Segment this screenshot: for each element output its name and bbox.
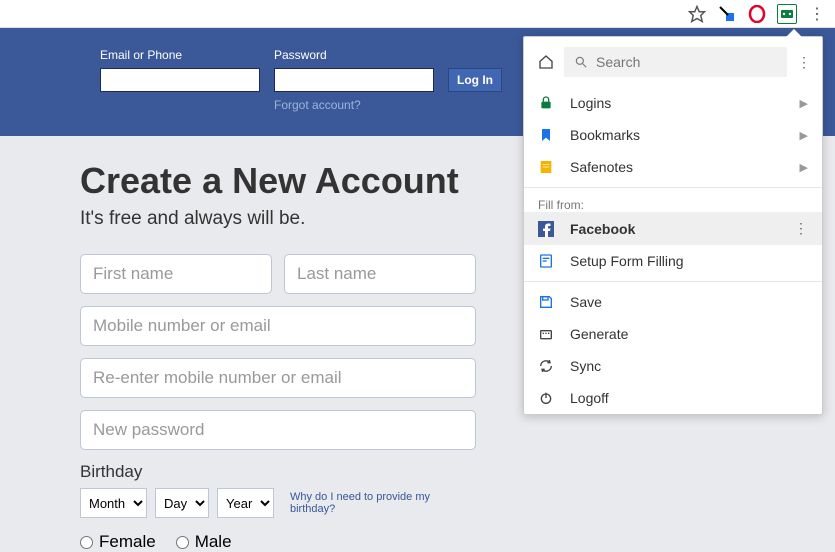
password-field-group: Password Forgot account? (274, 48, 434, 112)
login-button[interactable]: Log In (448, 68, 502, 92)
male-option[interactable]: Male (176, 532, 232, 552)
generate-icon (538, 326, 554, 342)
form-icon (538, 253, 554, 269)
search-icon (574, 55, 588, 69)
note-icon (538, 159, 554, 175)
email-input[interactable] (100, 68, 260, 92)
birthday-label: Birthday (80, 462, 500, 482)
female-radio[interactable] (80, 536, 93, 549)
year-select[interactable]: Year (217, 488, 274, 518)
lock-icon (538, 95, 554, 111)
opera-icon[interactable] (747, 4, 767, 24)
male-radio[interactable] (176, 536, 189, 549)
sync-item[interactable]: Sync (524, 350, 822, 382)
password-label: Password (274, 48, 434, 62)
month-select[interactable]: Month (80, 488, 147, 518)
fill-from-label: Fill from: (524, 192, 822, 212)
save-item[interactable]: Save (524, 286, 822, 318)
chevron-right-icon: ▶ (800, 161, 808, 174)
sync-icon (538, 358, 554, 374)
star-icon[interactable] (687, 4, 707, 24)
safenotes-item[interactable]: Safenotes ▶ (524, 151, 822, 183)
logoff-item[interactable]: Logoff (524, 382, 822, 414)
birthday-why-link[interactable]: Why do I need to provide my birthday? (290, 491, 440, 515)
chevron-right-icon: ▶ (800, 129, 808, 142)
forgot-account-link[interactable]: Forgot account? (274, 98, 434, 112)
wand-icon[interactable] (717, 4, 737, 24)
roboform-popup: ⋮ Logins ▶ Bookmarks ▶ Safenotes ▶ Fill … (523, 36, 823, 415)
home-icon[interactable] (538, 54, 554, 70)
email-field-group: Email or Phone (100, 48, 260, 92)
popup-menu-icon[interactable]: ⋮ (797, 54, 811, 71)
first-name-input[interactable] (80, 254, 272, 294)
mobile-email-input[interactable] (80, 306, 476, 346)
password-input[interactable] (274, 68, 434, 92)
generate-item[interactable]: Generate (524, 318, 822, 350)
setup-form-filling-item[interactable]: Setup Form Filling (524, 245, 822, 277)
chevron-right-icon: ▶ (800, 97, 808, 110)
new-password-input[interactable] (80, 410, 476, 450)
reenter-input[interactable] (80, 358, 476, 398)
save-icon (538, 294, 554, 310)
roboform-icon[interactable] (777, 4, 797, 24)
signup-form: Create a New Account It's free and alway… (0, 136, 500, 552)
power-icon (538, 390, 554, 406)
search-input[interactable] (596, 54, 777, 70)
page-title: Create a New Account (80, 160, 500, 202)
search-box[interactable] (564, 47, 787, 77)
last-name-input[interactable] (284, 254, 476, 294)
item-menu-icon[interactable]: ⋮ (794, 220, 808, 237)
facebook-icon (538, 221, 554, 237)
bookmarks-item[interactable]: Bookmarks ▶ (524, 119, 822, 151)
page-subtitle: It's free and always will be. (80, 208, 500, 230)
logins-item[interactable]: Logins ▶ (524, 87, 822, 119)
menu-dots-icon[interactable]: ⋮ (807, 4, 827, 24)
email-label: Email or Phone (100, 48, 260, 62)
divider (524, 281, 822, 282)
bookmark-icon (538, 127, 554, 143)
browser-toolbar: ⋮ (0, 0, 835, 28)
divider (524, 187, 822, 188)
fill-facebook-item[interactable]: Facebook ⋮ (524, 212, 822, 245)
day-select[interactable]: Day (155, 488, 209, 518)
female-option[interactable]: Female (80, 532, 156, 552)
